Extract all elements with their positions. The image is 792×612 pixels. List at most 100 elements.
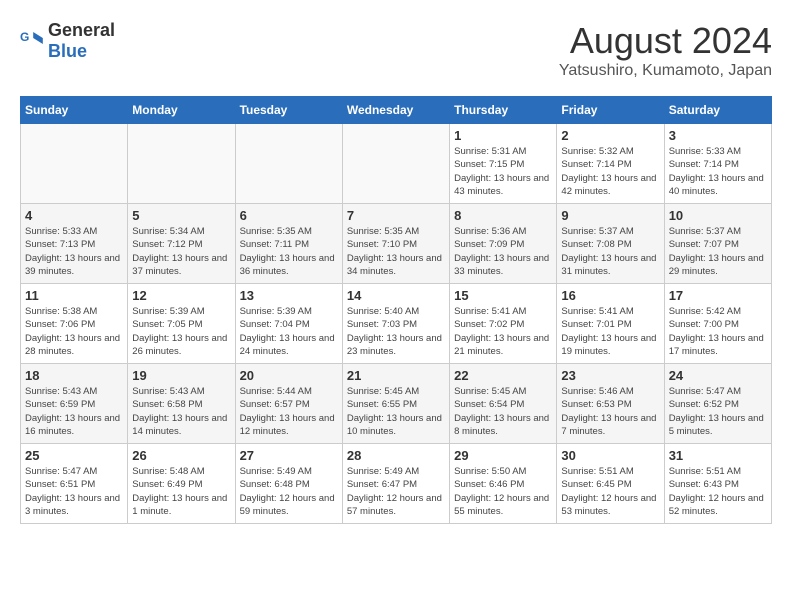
table-cell: 5 Sunrise: 5:34 AMSunset: 7:12 PMDaylight… (128, 204, 235, 284)
day-number: 28 (347, 448, 445, 463)
table-cell: 24 Sunrise: 5:47 AMSunset: 6:52 PMDayligh… (664, 364, 771, 444)
month-year-title: August 2024 (559, 20, 772, 62)
day-number: 9 (561, 208, 659, 223)
table-cell: 20Sunrise: 5:44 AMSunset: 6:57 PMDayligh… (235, 364, 342, 444)
day-number: 19 (132, 368, 230, 383)
day-detail: Sunrise: 5:44 AMSunset: 6:57 PMDaylight:… (240, 385, 338, 438)
table-cell: 14Sunrise: 5:40 AMSunset: 7:03 PMDayligh… (342, 284, 449, 364)
weekday-header-row: Sunday Monday Tuesday Wednesday Thursday… (21, 97, 772, 124)
week-row-4: 18 Sunrise: 5:43 AMSunset: 6:59 PMDayligh… (21, 364, 772, 444)
day-detail: Sunrise: 5:32 AMSunset: 7:14 PMDaylight:… (561, 145, 659, 198)
week-row-2: 4Sunrise: 5:33 AMSunset: 7:13 PMDaylight… (21, 204, 772, 284)
day-detail: Sunrise: 5:49 AMSunset: 6:48 PMDaylight:… (240, 465, 338, 518)
day-number: 11 (25, 288, 123, 303)
table-cell: 7Sunrise: 5:35 AMSunset: 7:10 PMDaylight… (342, 204, 449, 284)
day-detail: Sunrise: 5:47 AMSunset: 6:51 PMDaylight:… (25, 465, 123, 518)
day-number: 13 (240, 288, 338, 303)
table-cell: 15 Sunrise: 5:41 AMSunset: 7:02 PMDayligh… (450, 284, 557, 364)
table-cell: 23Sunrise: 5:46 AMSunset: 6:53 PMDayligh… (557, 364, 664, 444)
day-number: 21 (347, 368, 445, 383)
header-saturday: Saturday (664, 97, 771, 124)
table-cell: 2 Sunrise: 5:32 AMSunset: 7:14 PMDaylight… (557, 124, 664, 204)
day-detail: Sunrise: 5:37 AMSunset: 7:08 PMDaylight:… (561, 225, 659, 278)
table-cell: 28 Sunrise: 5:49 AMSunset: 6:47 PMDayligh… (342, 444, 449, 524)
logo-icon: G (20, 29, 44, 53)
day-number: 5 (132, 208, 230, 223)
table-cell: 8 Sunrise: 5:36 AMSunset: 7:09 PMDaylight… (450, 204, 557, 284)
day-detail: Sunrise: 5:43 AMSunset: 6:58 PMDaylight:… (132, 385, 230, 438)
table-cell: 27 Sunrise: 5:49 AMSunset: 6:48 PMDayligh… (235, 444, 342, 524)
day-detail: Sunrise: 5:34 AMSunset: 7:12 PMDaylight:… (132, 225, 230, 278)
day-detail: Sunrise: 5:33 AMSunset: 7:13 PMDaylight:… (25, 225, 123, 278)
logo-blue: Blue (48, 41, 87, 61)
table-cell (235, 124, 342, 204)
week-row-3: 11 Sunrise: 5:38 AMSunset: 7:06 PMDayligh… (21, 284, 772, 364)
day-number: 24 (669, 368, 767, 383)
day-number: 6 (240, 208, 338, 223)
table-cell: 1Sunrise: 5:31 AMSunset: 7:15 PMDaylight… (450, 124, 557, 204)
table-cell: 22Sunrise: 5:45 AMSunset: 6:54 PMDayligh… (450, 364, 557, 444)
table-cell: 13 Sunrise: 5:39 AMSunset: 7:04 PMDayligh… (235, 284, 342, 364)
table-cell: 16 Sunrise: 5:41 AMSunset: 7:01 PMDayligh… (557, 284, 664, 364)
day-number: 18 (25, 368, 123, 383)
header-wednesday: Wednesday (342, 97, 449, 124)
day-detail: Sunrise: 5:49 AMSunset: 6:47 PMDaylight:… (347, 465, 445, 518)
day-number: 10 (669, 208, 767, 223)
day-detail: Sunrise: 5:38 AMSunset: 7:06 PMDaylight:… (25, 305, 123, 358)
table-cell: 17Sunrise: 5:42 AMSunset: 7:00 PMDayligh… (664, 284, 771, 364)
day-detail: Sunrise: 5:36 AMSunset: 7:09 PMDaylight:… (454, 225, 552, 278)
table-cell: 6 Sunrise: 5:35 AMSunset: 7:11 PMDaylight… (235, 204, 342, 284)
table-cell: 9 Sunrise: 5:37 AMSunset: 7:08 PMDaylight… (557, 204, 664, 284)
header-tuesday: Tuesday (235, 97, 342, 124)
day-number: 31 (669, 448, 767, 463)
day-detail: Sunrise: 5:31 AMSunset: 7:15 PMDaylight:… (454, 145, 552, 198)
day-detail: Sunrise: 5:33 AMSunset: 7:14 PMDaylight:… (669, 145, 767, 198)
table-cell: 12 Sunrise: 5:39 AMSunset: 7:05 PMDayligh… (128, 284, 235, 364)
header-sunday: Sunday (21, 97, 128, 124)
day-number: 29 (454, 448, 552, 463)
day-number: 3 (669, 128, 767, 143)
table-cell: 21Sunrise: 5:45 AMSunset: 6:55 PMDayligh… (342, 364, 449, 444)
table-cell: 25 Sunrise: 5:47 AMSunset: 6:51 PMDayligh… (21, 444, 128, 524)
day-number: 15 (454, 288, 552, 303)
day-detail: Sunrise: 5:39 AMSunset: 7:04 PMDaylight:… (240, 305, 338, 358)
week-row-5: 25 Sunrise: 5:47 AMSunset: 6:51 PMDayligh… (21, 444, 772, 524)
day-number: 12 (132, 288, 230, 303)
day-detail: Sunrise: 5:35 AMSunset: 7:11 PMDaylight:… (240, 225, 338, 278)
table-cell: 29 Sunrise: 5:50 AMSunset: 6:46 PMDayligh… (450, 444, 557, 524)
day-detail: Sunrise: 5:45 AMSunset: 6:54 PMDaylight:… (454, 385, 552, 438)
day-detail: Sunrise: 5:43 AMSunset: 6:59 PMDaylight:… (25, 385, 123, 438)
day-detail: Sunrise: 5:40 AMSunset: 7:03 PMDaylight:… (347, 305, 445, 358)
page-header: G General Blue August 2024 Yatsushiro, K… (20, 20, 772, 80)
table-cell: 31Sunrise: 5:51 AMSunset: 6:43 PMDayligh… (664, 444, 771, 524)
svg-text:G: G (20, 30, 29, 44)
table-cell: 19 Sunrise: 5:43 AMSunset: 6:58 PMDayligh… (128, 364, 235, 444)
table-cell: 4Sunrise: 5:33 AMSunset: 7:13 PMDaylight… (21, 204, 128, 284)
table-cell: 26 Sunrise: 5:48 AMSunset: 6:49 PMDayligh… (128, 444, 235, 524)
day-number: 2 (561, 128, 659, 143)
day-number: 27 (240, 448, 338, 463)
header-friday: Friday (557, 97, 664, 124)
day-number: 8 (454, 208, 552, 223)
day-number: 25 (25, 448, 123, 463)
logo-general: General (48, 20, 115, 40)
day-detail: Sunrise: 5:50 AMSunset: 6:46 PMDaylight:… (454, 465, 552, 518)
day-detail: Sunrise: 5:41 AMSunset: 7:02 PMDaylight:… (454, 305, 552, 358)
day-detail: Sunrise: 5:48 AMSunset: 6:49 PMDaylight:… (132, 465, 230, 518)
week-row-1: 1Sunrise: 5:31 AMSunset: 7:15 PMDaylight… (21, 124, 772, 204)
header-monday: Monday (128, 97, 235, 124)
day-detail: Sunrise: 5:39 AMSunset: 7:05 PMDaylight:… (132, 305, 230, 358)
day-number: 30 (561, 448, 659, 463)
day-detail: Sunrise: 5:47 AMSunset: 6:52 PMDaylight:… (669, 385, 767, 438)
day-number: 16 (561, 288, 659, 303)
table-cell: 10 Sunrise: 5:37 AMSunset: 7:07 PMDayligh… (664, 204, 771, 284)
header-thursday: Thursday (450, 97, 557, 124)
day-detail: Sunrise: 5:37 AMSunset: 7:07 PMDaylight:… (669, 225, 767, 278)
table-cell: 3 Sunrise: 5:33 AMSunset: 7:14 PMDaylight… (664, 124, 771, 204)
day-detail: Sunrise: 5:42 AMSunset: 7:00 PMDaylight:… (669, 305, 767, 358)
day-detail: Sunrise: 5:41 AMSunset: 7:01 PMDaylight:… (561, 305, 659, 358)
day-number: 23 (561, 368, 659, 383)
day-number: 26 (132, 448, 230, 463)
table-cell: 11 Sunrise: 5:38 AMSunset: 7:06 PMDayligh… (21, 284, 128, 364)
table-cell (128, 124, 235, 204)
